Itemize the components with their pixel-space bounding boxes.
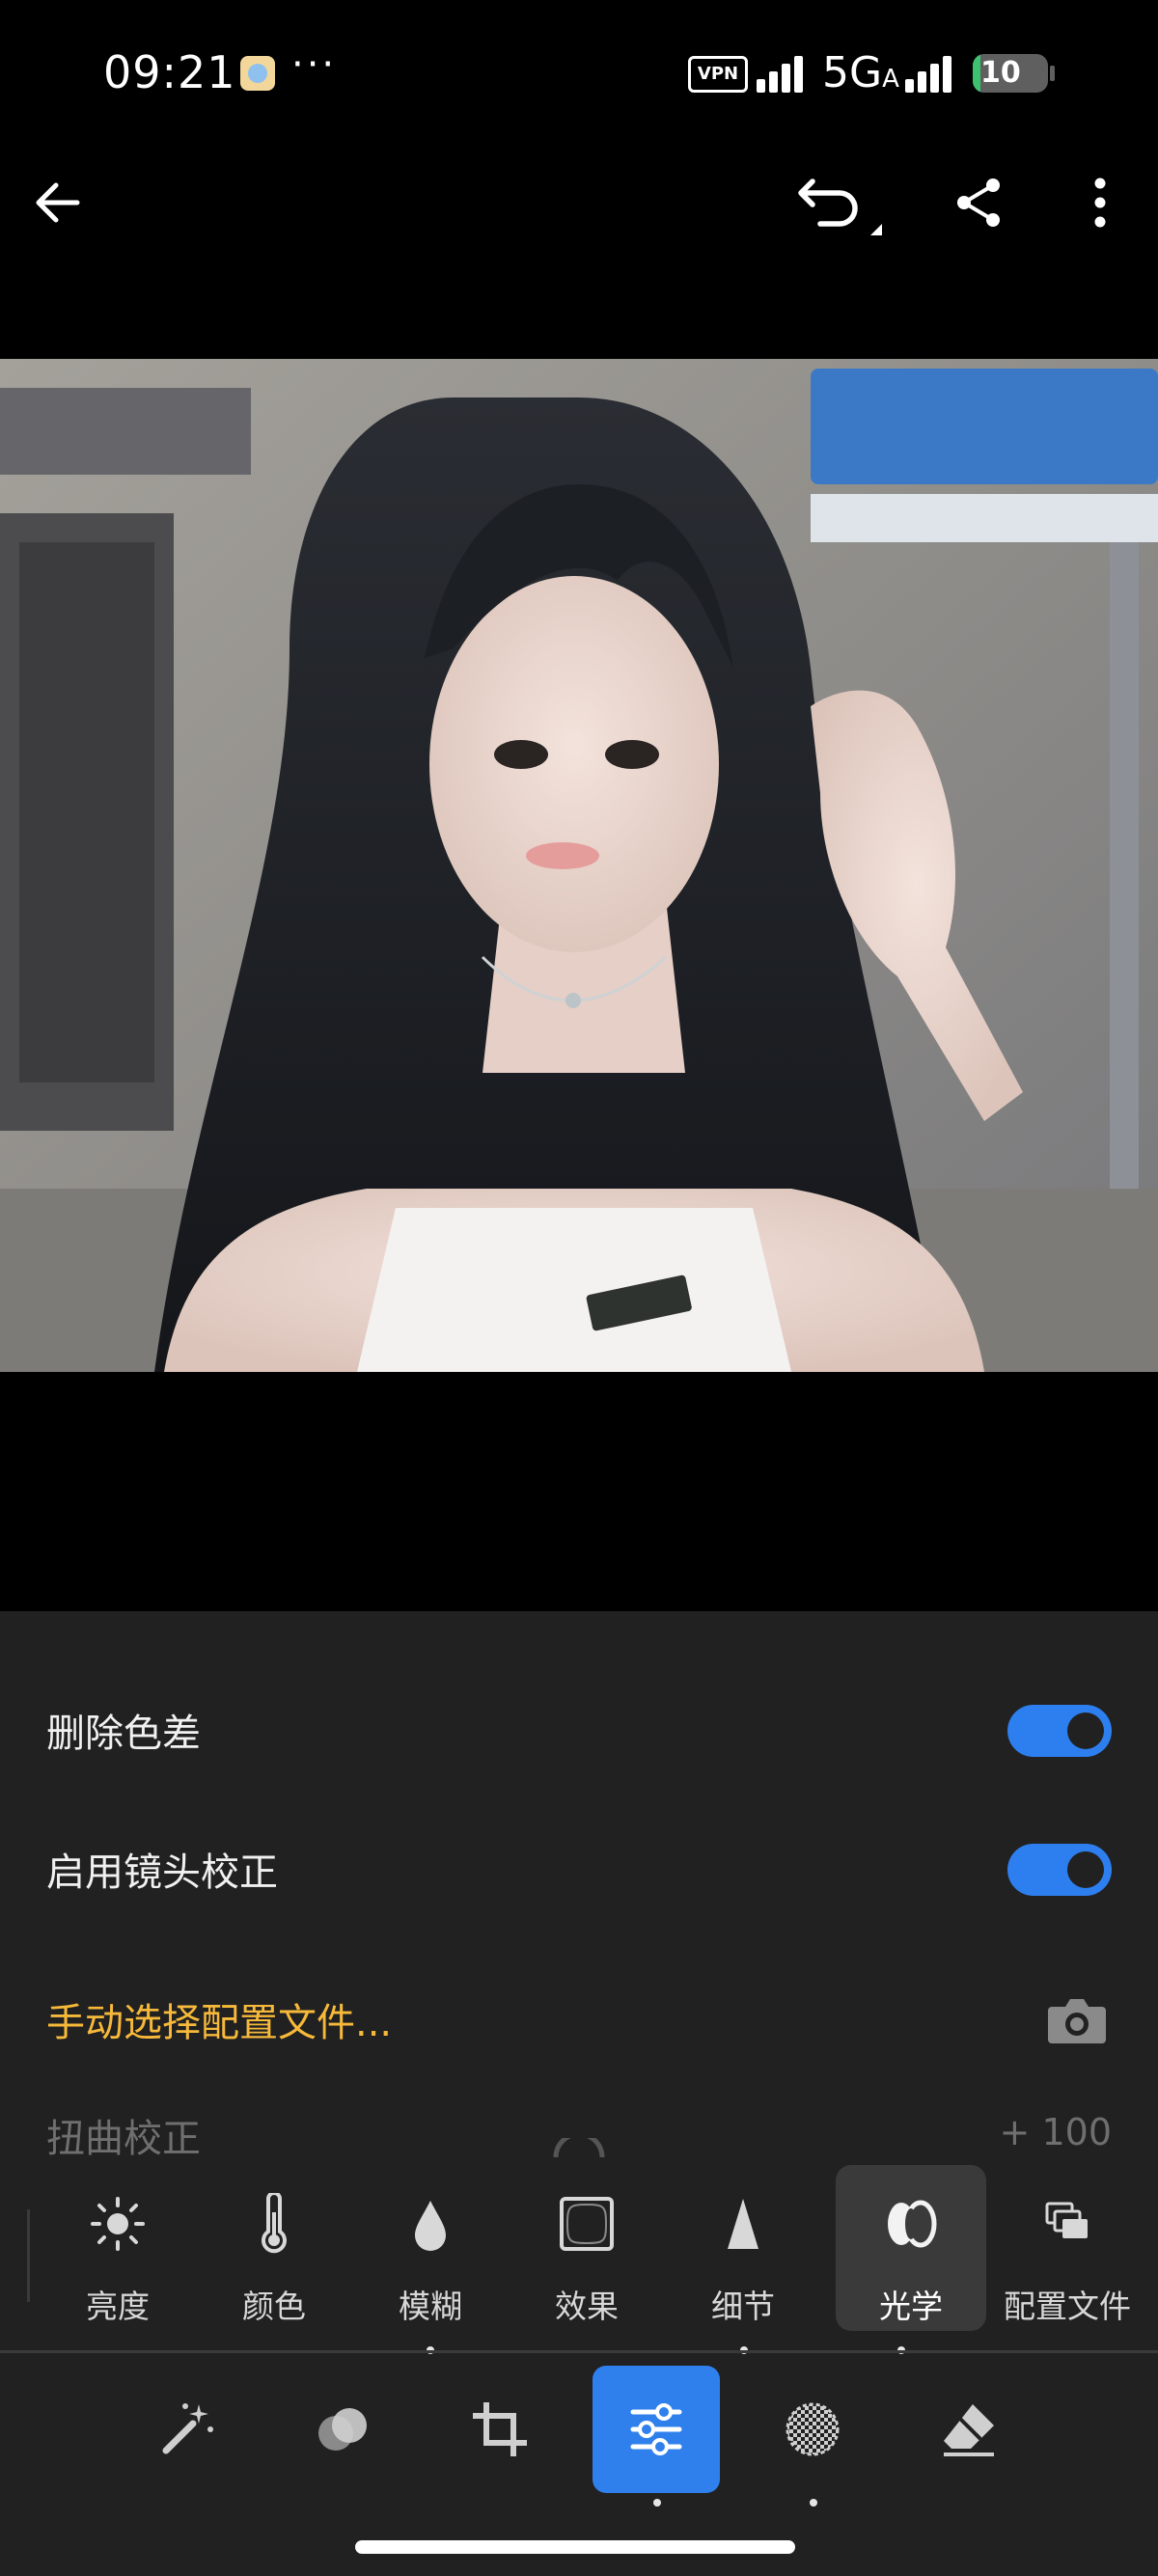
more-options-button[interactable]	[1062, 164, 1139, 241]
share-button[interactable]	[941, 164, 1018, 241]
eraser-icon	[944, 2404, 994, 2456]
more-vertical-icon	[1094, 178, 1106, 228]
remove-chromatic-aberration-row[interactable]: 删除色差	[0, 1692, 1158, 1769]
status-bar: 09:21 ··· VPN 5GA 10	[0, 0, 1158, 145]
remove-chromatic-aberration-label: 删除色差	[46, 1712, 201, 1756]
battery-icon: 10	[973, 54, 1048, 93]
vignette-icon	[511, 2192, 662, 2256]
nav-edit-indicator-dot	[653, 2499, 661, 2507]
manual-profile-row[interactable]: 手动选择配置文件...	[0, 1982, 1158, 2059]
tool-effects[interactable]: 效果	[511, 2165, 662, 2331]
tool-blur[interactable]: 模糊	[355, 2165, 506, 2331]
crop-button[interactable]	[436, 2366, 564, 2493]
nav-masking-indicator-dot	[810, 2499, 817, 2507]
auto-enhance-button[interactable]	[124, 2366, 251, 2493]
undo-button[interactable]	[791, 160, 888, 257]
heal-eraser-button[interactable]	[905, 2366, 1033, 2493]
thermometer-icon	[199, 2192, 349, 2256]
presets-icon	[318, 2408, 367, 2451]
arrow-left-icon	[36, 182, 80, 223]
toggle-knob	[1067, 1713, 1104, 1749]
camera-icon[interactable]	[1046, 1995, 1108, 2045]
sliders-icon	[630, 2403, 682, 2455]
presets-button[interactable]	[280, 2366, 407, 2493]
tool-light[interactable]: 亮度	[42, 2165, 193, 2331]
crop-icon	[473, 2402, 527, 2456]
home-indicator[interactable]	[355, 2540, 795, 2554]
share-icon	[957, 178, 1000, 227]
vpn-indicator: VPN	[688, 56, 748, 93]
lens-correction-label: 启用镜头校正	[46, 1850, 278, 1895]
sun-icon	[42, 2192, 193, 2256]
tool-detail-label: 细节	[711, 2288, 775, 2325]
back-button[interactable]	[19, 164, 96, 241]
signal-strength-icon-2	[905, 54, 959, 93]
network-type: 5GA	[822, 48, 899, 97]
undo-icon	[798, 178, 882, 235]
edit-adjustments-button[interactable]	[593, 2366, 720, 2493]
masking-button[interactable]	[749, 2366, 876, 2493]
remove-chromatic-aberration-toggle[interactable]	[1007, 1705, 1112, 1757]
signal-strength-icon	[757, 54, 811, 93]
battery-level-fill	[973, 54, 980, 93]
photo-preview[interactable]	[0, 359, 1158, 1372]
more-notifications-indicator: ···	[291, 42, 338, 87]
droplet-icon	[355, 2192, 506, 2256]
lens-icon	[836, 2192, 986, 2256]
tool-detail[interactable]: 细节	[668, 2165, 818, 2331]
lens-correction-row[interactable]: 启用镜头校正	[0, 1831, 1158, 1908]
adjustment-tools-strip: 亮度 颜色 模糊 效果 细节 光学 配置文件	[0, 2151, 1158, 2344]
gallery-notification-icon	[240, 56, 275, 91]
profiles-icon	[992, 2192, 1143, 2256]
bottom-divider	[0, 2350, 1158, 2353]
battery-percent: 10	[980, 56, 1021, 90]
tool-color[interactable]: 颜色	[199, 2165, 349, 2331]
manual-profile-link[interactable]: 手动选择配置文件...	[46, 1991, 392, 2047]
tool-profiles-label: 配置文件	[1004, 2288, 1131, 2325]
portrait-photo	[0, 359, 1158, 1372]
lens-correction-toggle[interactable]	[1007, 1844, 1112, 1896]
tool-profiles[interactable]: 配置文件	[992, 2165, 1143, 2331]
status-time: 09:21	[103, 46, 236, 98]
distortion-correction-value: + 100	[999, 2111, 1112, 2153]
magic-wand-icon	[162, 2403, 213, 2454]
battery-tip	[1050, 66, 1055, 81]
tool-optics[interactable]: 光学	[836, 2165, 986, 2331]
triangle-icon	[668, 2192, 818, 2256]
toggle-knob	[1067, 1851, 1104, 1888]
masking-icon	[786, 2402, 840, 2456]
